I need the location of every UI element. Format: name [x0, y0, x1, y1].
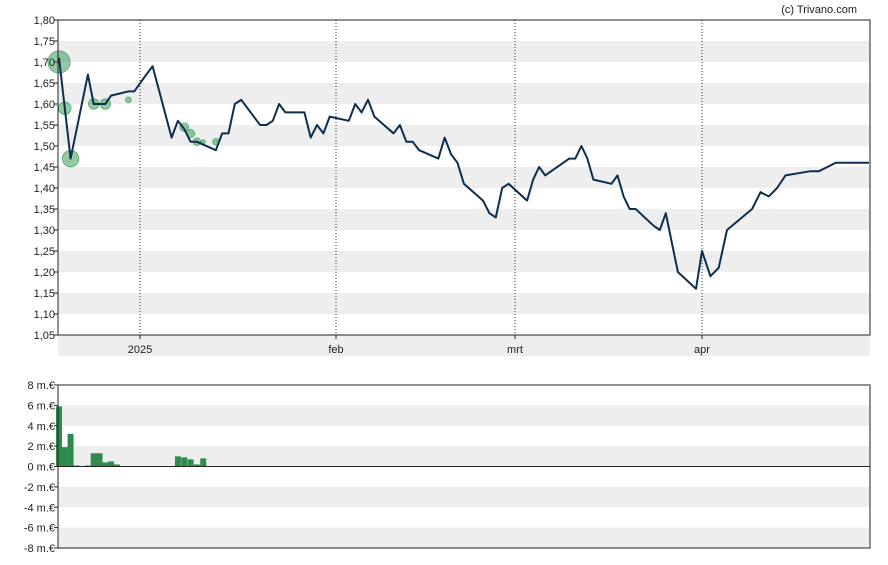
volume-bubbles	[47, 50, 220, 168]
x-tick-label: apr	[694, 344, 710, 356]
price-y-tick-label: 1,60	[34, 99, 55, 111]
price-y-tick-label: 1,80	[34, 15, 55, 27]
price-y-tick-label: 1,15	[34, 288, 55, 300]
volume-y-tick-label: -8 m.€	[24, 543, 55, 555]
volume-bubble	[125, 96, 132, 104]
price-y-tick-label: 1,05	[34, 330, 55, 342]
price-y-tick-label: 1,10	[34, 309, 55, 321]
stock-chart: 1,80 1,75 1,70 1,65 1,60 1,55 1,50 1,45 1,40 1,35…	[24, 4, 871, 555]
price-y-tick-label: 1,50	[34, 141, 55, 153]
price-chart-bands	[58, 41, 870, 356]
volume-bar	[181, 457, 188, 467]
volume-bar	[102, 462, 109, 467]
volume-chart-bands	[58, 405, 870, 548]
price-y-tick-label: 1,25	[34, 246, 55, 258]
volume-y-tick-label: 6 m.€	[27, 400, 55, 412]
volume-bar	[90, 453, 97, 467]
price-grid-band	[58, 41, 870, 62]
price-y-tick-label: 1,35	[34, 204, 55, 216]
volume-y-tick-label: 4 m.€	[27, 421, 55, 433]
volume-bar	[96, 453, 103, 467]
volume-bar	[67, 433, 74, 467]
volume-bar	[108, 461, 115, 467]
volume-y-tick-label: -6 m.€	[24, 523, 55, 535]
volume-bar	[200, 458, 207, 467]
volume-bar	[61, 447, 68, 467]
price-y-tick-label: 1,65	[34, 78, 55, 90]
credit-text: (c) Trivano.com	[781, 4, 857, 16]
price-y-tick-label: 1,20	[34, 267, 55, 279]
volume-y-tick-label: 2 m.€	[27, 441, 55, 453]
volume-bar	[174, 456, 181, 467]
x-tick-label: feb	[328, 344, 343, 356]
price-y-tick-label: 1,30	[34, 225, 55, 237]
price-y-axis: 1,80 1,75 1,70 1,65 1,60 1,55 1,50 1,45 1,40 1,35…	[34, 15, 58, 342]
volume-grid-band	[58, 405, 870, 426]
volume-grid-band	[58, 486, 870, 508]
price-grid-band	[58, 293, 870, 314]
price-grid-band	[58, 251, 870, 272]
price-grid-band	[58, 83, 870, 104]
price-grid-band	[58, 335, 870, 356]
price-y-tick-label: 1,75	[34, 36, 55, 48]
volume-bar	[56, 406, 62, 467]
volume-grid-band	[58, 527, 870, 548]
x-tick-label: mrt	[507, 344, 523, 356]
volume-bar	[187, 459, 194, 467]
volume-y-axis: 8 m.€ 6 m.€ 4 m.€ 2 m.€ 0 m.€ -2 m.€ -4 m.€ -6 …	[24, 380, 58, 555]
volume-y-tick-label: -2 m.€	[24, 482, 55, 494]
price-y-tick-label: 1,55	[34, 120, 55, 132]
x-tick-label: 2025	[128, 344, 152, 356]
price-y-tick-label: 1,40	[34, 183, 55, 195]
volume-y-tick-label: 8 m.€	[27, 380, 55, 392]
price-y-tick-label: 1,70	[34, 57, 55, 69]
price-y-tick-label: 1,45	[34, 162, 55, 174]
volume-y-tick-label: 0 m.€	[27, 462, 55, 474]
volume-y-tick-label: -4 m.€	[24, 502, 55, 514]
